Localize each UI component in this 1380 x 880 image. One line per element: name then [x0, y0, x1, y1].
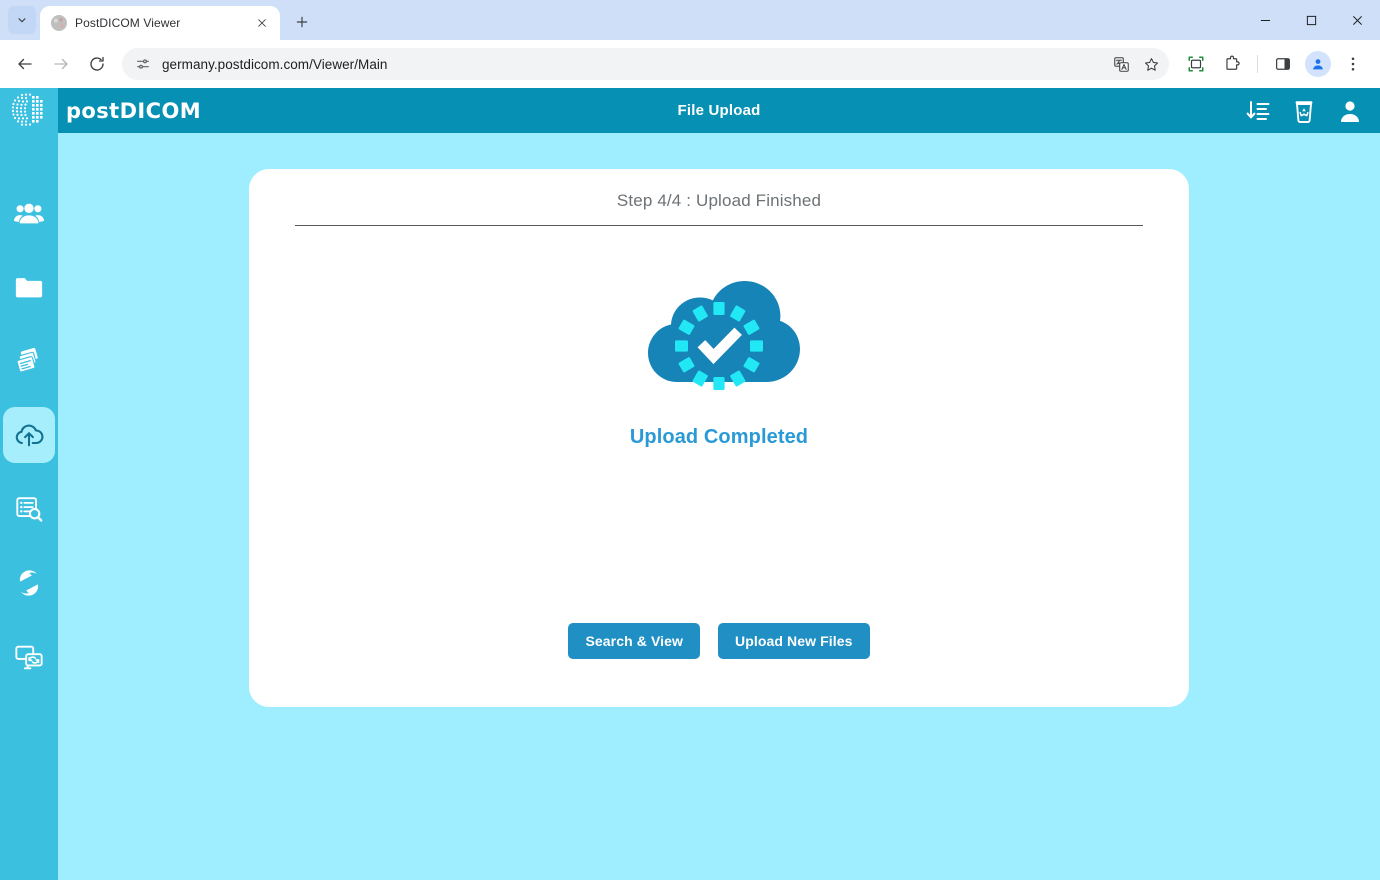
step-divider	[295, 225, 1143, 226]
translate-icon	[1113, 56, 1129, 72]
close-icon	[258, 19, 266, 27]
tab-search-button[interactable]	[8, 6, 36, 34]
user-account-button[interactable]	[1336, 97, 1364, 125]
step-title: Step 4/4 : Upload Finished	[616, 191, 822, 210]
app-container: postDICOM File Upload Step 4/4: Upload …	[58, 88, 1380, 880]
header-actions	[1244, 97, 1364, 125]
extensions-puzzle-icon	[1226, 55, 1240, 70]
three-dots-menu-icon	[1351, 57, 1355, 71]
profile-button[interactable]	[1305, 51, 1331, 77]
cloud-check-complete-icon	[648, 281, 800, 390]
upload-new-files-button[interactable]: Upload New Files	[718, 623, 870, 659]
sidebar-item-documents[interactable]	[3, 333, 55, 389]
chevron-down-icon	[18, 18, 26, 23]
sidebar-item-patients[interactable]	[3, 185, 55, 241]
browser-window: PostDICOM Viewer germany.postdicom.com/V…	[0, 0, 1380, 880]
recycle-bin-button[interactable]	[1290, 97, 1318, 125]
sidebar-item-folders[interactable]	[3, 259, 55, 315]
upload-status-illustration	[619, 254, 819, 404]
page-viewport: postDICOM File Upload Step 4/4: Upload …	[0, 88, 1380, 880]
action-buttons: Search & View Upload New Files	[568, 623, 870, 659]
reload-button[interactable]	[80, 47, 114, 81]
sort-list-icon	[1246, 100, 1270, 120]
translate-button[interactable]	[1107, 50, 1135, 78]
sidebar-nav	[0, 133, 58, 703]
back-button[interactable]	[8, 47, 42, 81]
window-minimize-button[interactable]	[1242, 0, 1288, 40]
app-logo[interactable]	[0, 88, 58, 133]
search-and-view-button[interactable]: Search & View	[568, 623, 701, 659]
arrow-back-icon	[18, 58, 32, 70]
upload-wizard-card: Step 4/4 : Upload Finished Upload Comple…	[249, 169, 1189, 707]
sync-arrows-icon	[19, 570, 39, 596]
list-search-icon	[16, 497, 43, 522]
maximize-icon	[1306, 15, 1316, 25]
tab-strip: PostDICOM Viewer	[0, 0, 1380, 40]
document-cards-icon	[16, 347, 38, 373]
sidebar-item-share[interactable]	[3, 629, 55, 685]
bookmark-button[interactable]	[1137, 50, 1165, 78]
upload-status-text: Upload Completed	[629, 426, 809, 448]
site-settings-button[interactable]	[134, 55, 152, 73]
forward-button[interactable]	[44, 47, 78, 81]
side-panel-icon	[1276, 58, 1290, 70]
recycle-bin-icon	[1295, 100, 1313, 123]
postdicom-favicon	[51, 15, 67, 31]
app-sidebar	[0, 88, 58, 880]
arrow-forward-icon	[54, 58, 68, 70]
omnibox-actions	[1107, 50, 1165, 78]
minimize-icon	[1260, 19, 1270, 21]
postdicom-dotted-circle-logo	[11, 93, 43, 126]
sidebar-item-sync[interactable]	[3, 555, 55, 611]
screen-capture-button[interactable]	[1179, 47, 1213, 81]
address-bar[interactable]: germany.postdicom.com/Viewer/Main	[122, 48, 1169, 80]
sort-list-button[interactable]	[1244, 97, 1272, 125]
app-header: postDICOM File Upload	[58, 88, 1380, 133]
plus-icon	[296, 16, 308, 28]
window-controls	[1242, 0, 1380, 40]
user-account-icon	[1341, 100, 1359, 122]
cloud-upload-icon	[15, 424, 44, 447]
toolbar-divider	[1257, 55, 1258, 73]
brand-name: postDICOM	[66, 98, 202, 123]
browser-menu-button[interactable]	[1336, 47, 1370, 81]
window-close-button[interactable]	[1334, 0, 1380, 40]
page-title: File Upload	[677, 102, 761, 119]
profile-avatar-icon	[1313, 59, 1323, 70]
screen-share-icon	[15, 645, 43, 670]
tab-title: PostDICOM Viewer	[75, 16, 181, 30]
sidebar-item-search[interactable]	[3, 481, 55, 537]
extensions-button[interactable]	[1215, 47, 1249, 81]
side-panel-button[interactable]	[1266, 47, 1300, 81]
screen-capture-icon	[1188, 56, 1204, 72]
url-text: germany.postdicom.com/Viewer/Main	[162, 56, 388, 72]
star-outline-icon	[1144, 57, 1158, 71]
page-content: Step 4/4 : Upload Finished Upload Comple…	[58, 133, 1380, 880]
people-group-icon	[14, 203, 44, 224]
sidebar-item-upload[interactable]	[3, 407, 55, 463]
new-tab-button[interactable]	[288, 8, 316, 36]
reload-icon	[90, 56, 104, 71]
close-icon	[1352, 15, 1362, 25]
browser-toolbar: germany.postdicom.com/Viewer/Main	[0, 40, 1380, 88]
folder-icon	[15, 278, 43, 298]
browser-tab[interactable]: PostDICOM Viewer	[40, 6, 280, 40]
tab-close-button[interactable]	[252, 13, 272, 33]
tune-sliders-icon	[137, 59, 149, 69]
window-maximize-button[interactable]	[1288, 0, 1334, 40]
